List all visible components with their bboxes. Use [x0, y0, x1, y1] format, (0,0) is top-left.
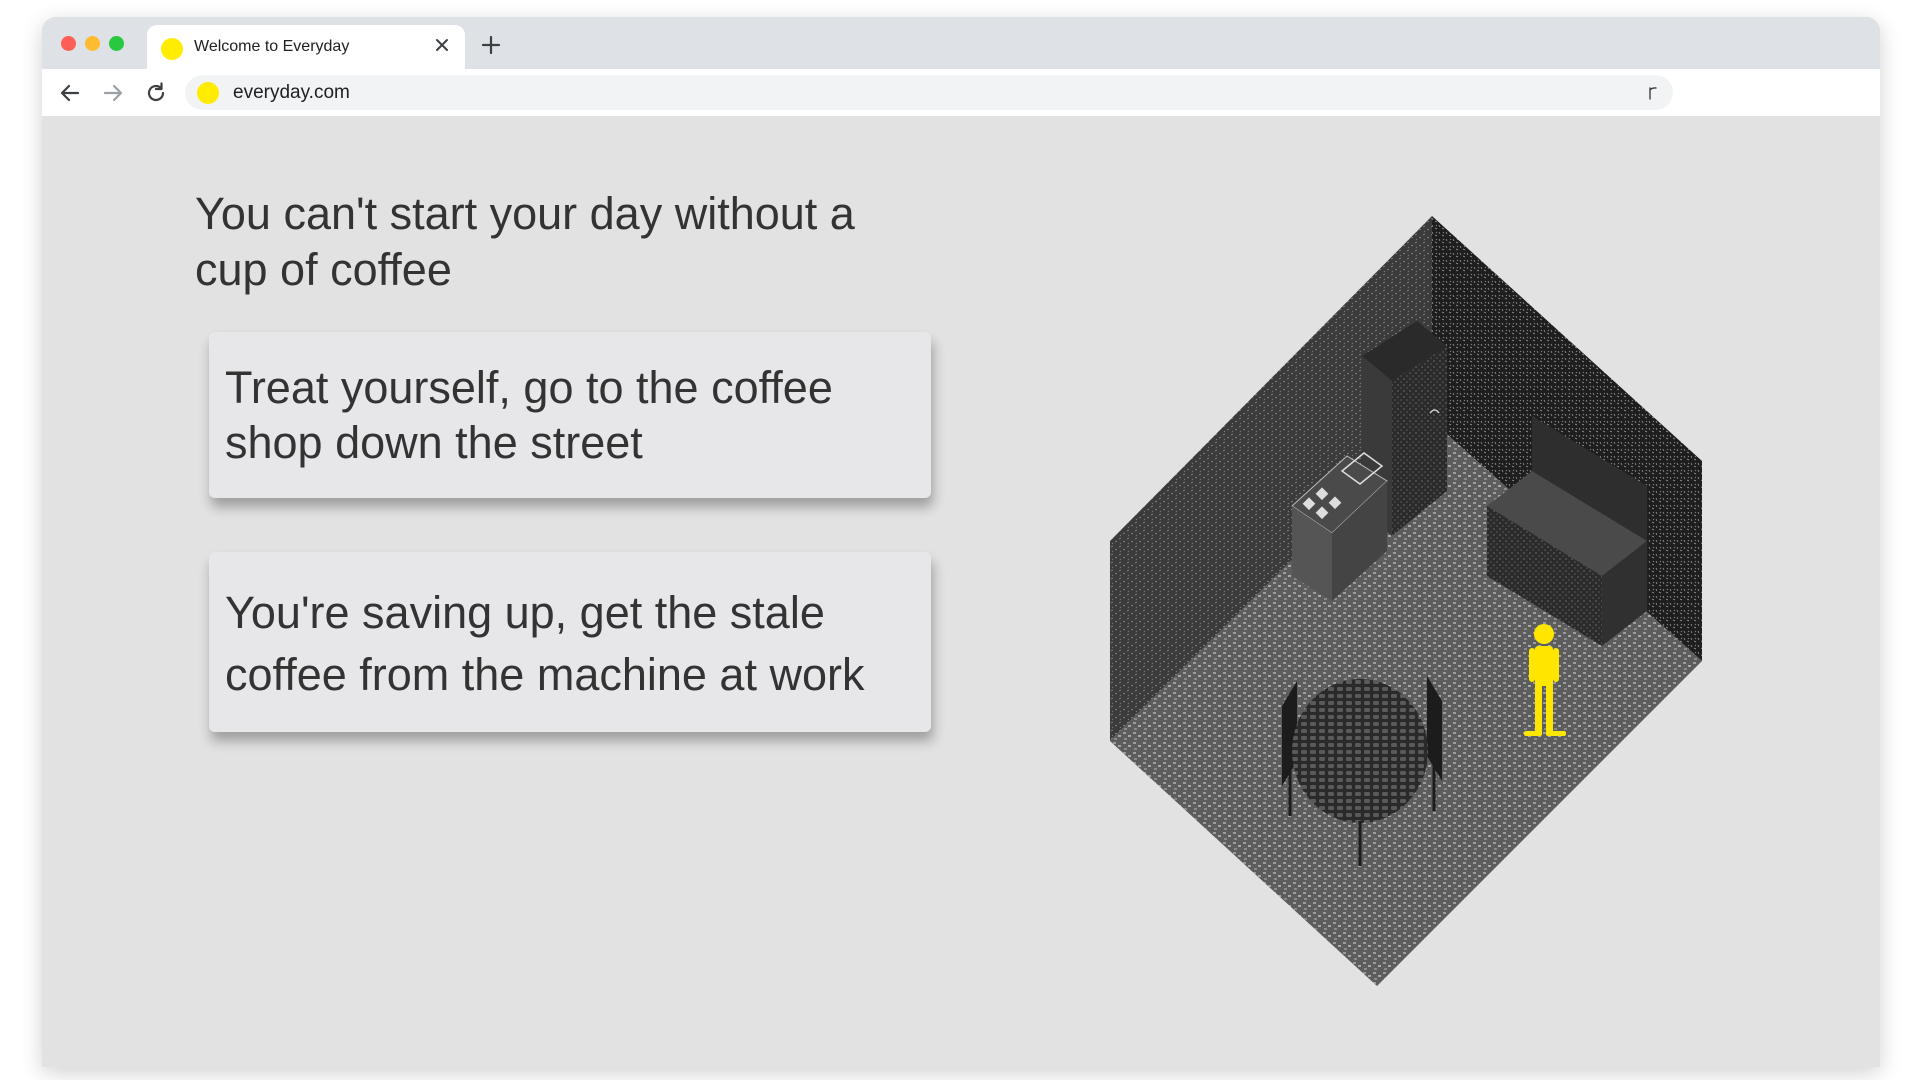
address-bar[interactable]: everyday.com — [185, 75, 1673, 110]
story-headline: You can't start your day without a cup o… — [195, 188, 855, 295]
favicon-icon — [161, 38, 183, 60]
close-icon[interactable] — [431, 34, 453, 56]
choice-work-coffee-button[interactable]: You're saving up, get the stale coffee f… — [209, 552, 931, 732]
window-minimize-button[interactable] — [85, 36, 100, 51]
back-arrow-icon[interactable] — [57, 80, 83, 106]
browser-toolbar: everyday.com — [42, 69, 1880, 116]
window-maximize-button[interactable] — [109, 36, 124, 51]
tab-strip: Welcome to Everyday — [42, 17, 1880, 69]
site-favicon-icon — [197, 82, 219, 104]
text-cursor-icon — [1649, 87, 1657, 100]
isometric-room-illustration — [1110, 216, 1702, 986]
choice-coffee-shop-button[interactable]: Treat yourself, go to the coffee shop do… — [209, 332, 931, 498]
tab-title: Welcome to Everyday — [194, 38, 350, 55]
address-bar-url[interactable]: everyday.com — [233, 82, 350, 104]
new-tab-plus-icon[interactable] — [479, 33, 503, 57]
reload-icon[interactable] — [143, 80, 169, 106]
forward-arrow-icon[interactable] — [100, 80, 126, 106]
window-close-button[interactable] — [61, 36, 76, 51]
tab-welcome[interactable]: Welcome to Everyday — [147, 25, 465, 69]
page-content: You can't start your day without a cup o… — [42, 116, 1880, 1067]
browser-window: Welcome to Everyday everyday.com You can… — [42, 17, 1880, 1067]
